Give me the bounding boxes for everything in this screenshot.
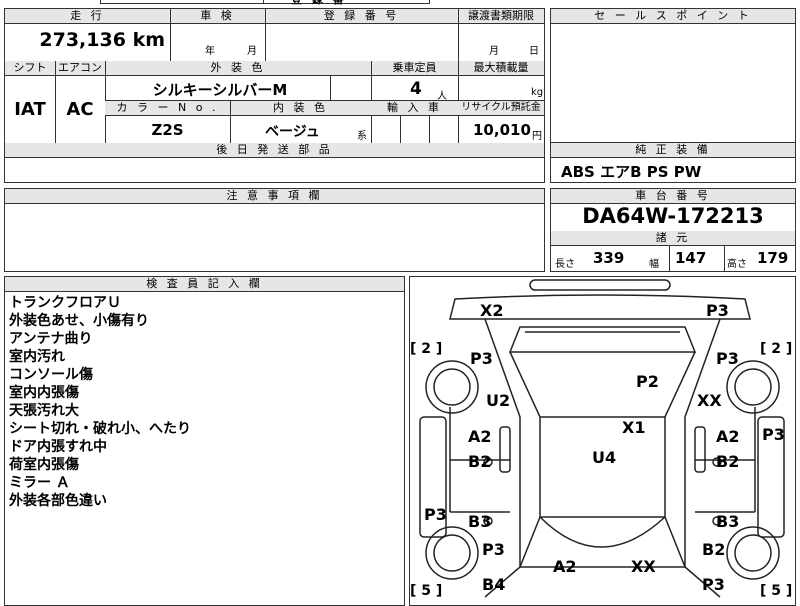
inspector-note-item: 天張汚れ大 — [9, 403, 79, 419]
shift-label: シフト — [5, 61, 55, 76]
width-label: 幅 — [649, 259, 659, 270]
genuine-equip-box: 純 正 装 備 ABS エアB PS PW — [550, 142, 796, 183]
left-bracket-top: [ 2 ] — [410, 341, 443, 357]
inspector-notes-list: トランクフロアＵ 外装色あせ、小傷有り アンテナ曲り 室内汚れコンソール傷 室内内張傷天… — [9, 294, 191, 510]
later-parts-label: 後 日 発 送 部 品 — [5, 143, 544, 158]
damage-mark: P3 — [702, 575, 725, 594]
damage-mark: P2 — [636, 372, 659, 391]
damage-mark: U4 — [592, 448, 617, 467]
inspector-note-item: アンテナ曲り — [9, 331, 93, 347]
damage-mark: P3 — [716, 349, 739, 368]
damage-mark: P3 — [762, 425, 785, 444]
inspection-year: 年 — [205, 46, 215, 57]
damage-mark: P3 — [470, 349, 493, 368]
notes-label: 注 意 事 項 欄 — [5, 189, 544, 204]
inspector-note-item: ミラー Ａ — [9, 475, 70, 491]
mileage-unit: km — [132, 29, 165, 51]
damage-mark: A2 — [716, 427, 740, 446]
inspection-month: 月 — [247, 46, 257, 57]
transfer-month: 月 — [489, 46, 499, 57]
recycle-value: 10,010 — [473, 121, 531, 139]
load-unit: kg — [531, 87, 544, 98]
damage-mark: U2 — [486, 391, 511, 410]
inspector-note-item: 室内汚れ — [9, 349, 65, 365]
length-label: 長さ — [555, 259, 575, 270]
damage-mark: P3 — [424, 505, 447, 524]
recycle-unit: 円 — [532, 131, 542, 142]
notes-box: 注 意 事 項 欄 — [4, 188, 545, 272]
height-value: 179 — [757, 249, 789, 267]
import-label: 輸 入 車 — [371, 101, 458, 116]
right-bracket-top: [ 2 ] — [760, 341, 793, 357]
left-bracket-bottom: [ 5 ] — [410, 583, 443, 599]
color-no-label: カ ラ ー N o . — [105, 101, 230, 116]
reg-no-label: 登 録 番 号 — [265, 9, 458, 24]
int-color-suffix: 系 — [357, 131, 367, 142]
inspector-note-item: 外装色あせ、小傷有り — [9, 313, 149, 329]
damage-mark: B2 — [702, 540, 726, 559]
capacity-value: 4 — [410, 79, 422, 99]
inspection-label: 車 検 — [170, 9, 265, 24]
transfer-day: 日 — [529, 46, 539, 57]
genuine-equip-label: 純 正 装 備 — [551, 143, 795, 158]
damage-mark: B3 — [468, 512, 492, 531]
damage-mark: B3 — [716, 512, 740, 531]
ext-color-label: 外 装 色 — [105, 61, 371, 76]
inspector-note-item: 室内内張傷 — [9, 385, 79, 401]
damage-mark: B4 — [482, 575, 506, 594]
damage-mark: B2 — [716, 452, 740, 471]
mileage-number: 273,136 — [39, 29, 126, 51]
top-partial-strip: 登 録 番 — [100, 0, 430, 7]
damage-mark: P3 — [706, 301, 729, 320]
length-value: 339 — [593, 249, 625, 267]
shift-value: IAT — [14, 99, 46, 120]
chassis-no-value: DA64W-172213 — [582, 204, 764, 228]
int-color-label: 内 装 色 — [230, 101, 371, 116]
damage-mark: B2 — [468, 452, 492, 471]
width-value: 147 — [675, 249, 707, 267]
recycle-label: リサイクル預託金 — [458, 101, 544, 116]
inspector-notes-box: 検 査 員 記 入 欄 トランクフロアＵ 外装色あせ、小傷有り アンテナ曲り 室内汚れ… — [4, 276, 405, 606]
aircon-label: エアコン — [55, 61, 105, 76]
vehicle-info-table: 走 行 車 検 登 録 番 号 譲渡書類期限 273,136 km 年 月 月 … — [4, 8, 545, 183]
inspector-note-item: コンソール傷 — [9, 367, 93, 383]
height-label: 高さ — [727, 259, 747, 270]
capacity-label: 乗車定員 — [371, 61, 458, 76]
top-partial-label: 登 録 番 — [291, 0, 347, 7]
damage-mark: XX — [697, 391, 722, 410]
mileage-label: 走 行 — [5, 9, 170, 24]
color-no-value: Z2S — [151, 121, 184, 139]
specs-label: 諸 元 — [551, 231, 795, 246]
chassis-no-label: 車 台 番 号 — [551, 189, 795, 204]
chassis-specs-box: 車 台 番 号 DA64W-172213 諸 元 長さ 339 幅 147 高さ… — [550, 188, 796, 272]
inspector-note-item: シート切れ・破れ小、へたり — [9, 421, 191, 437]
transfer-label: 譲渡書類期限 — [458, 9, 544, 24]
sales-point-label: セ ー ル ス ポ イ ン ト — [551, 9, 795, 24]
inspector-note-item: 荷室内張傷 — [9, 457, 79, 473]
damage-mark: A2 — [553, 557, 577, 576]
damage-mark: X1 — [622, 418, 646, 437]
damage-mark: X2 — [480, 301, 504, 320]
car-damage-diagram: [ 2 ] [ 2 ] [ 5 ] [ 5 ] X2 P3 P3 P3 P2 U… — [409, 276, 796, 606]
damage-mark: P3 — [482, 540, 505, 559]
genuine-equip-value: ABS エアB PS PW — [561, 163, 702, 181]
int-color-value: ベージュ — [265, 124, 320, 140]
mileage-value: 273,136 km — [5, 29, 165, 51]
sales-point-box: セ ー ル ス ポ イ ン ト — [550, 8, 796, 143]
inspector-note-item: ドア内張すれ中 — [9, 439, 107, 455]
inspector-label: 検 査 員 記 入 欄 — [5, 277, 404, 292]
ext-color-value: シルキーシルバーM — [152, 81, 288, 99]
inspector-note-item: 外装各部色違い — [9, 493, 107, 509]
damage-mark: A2 — [468, 427, 492, 446]
right-bracket-bottom: [ 5 ] — [760, 583, 793, 599]
damage-mark: XX — [631, 557, 656, 576]
inspector-note-item: トランクフロアＵ — [9, 295, 121, 311]
max-load-label: 最大積載量 — [458, 61, 544, 76]
aircon-value: AC — [66, 99, 94, 120]
